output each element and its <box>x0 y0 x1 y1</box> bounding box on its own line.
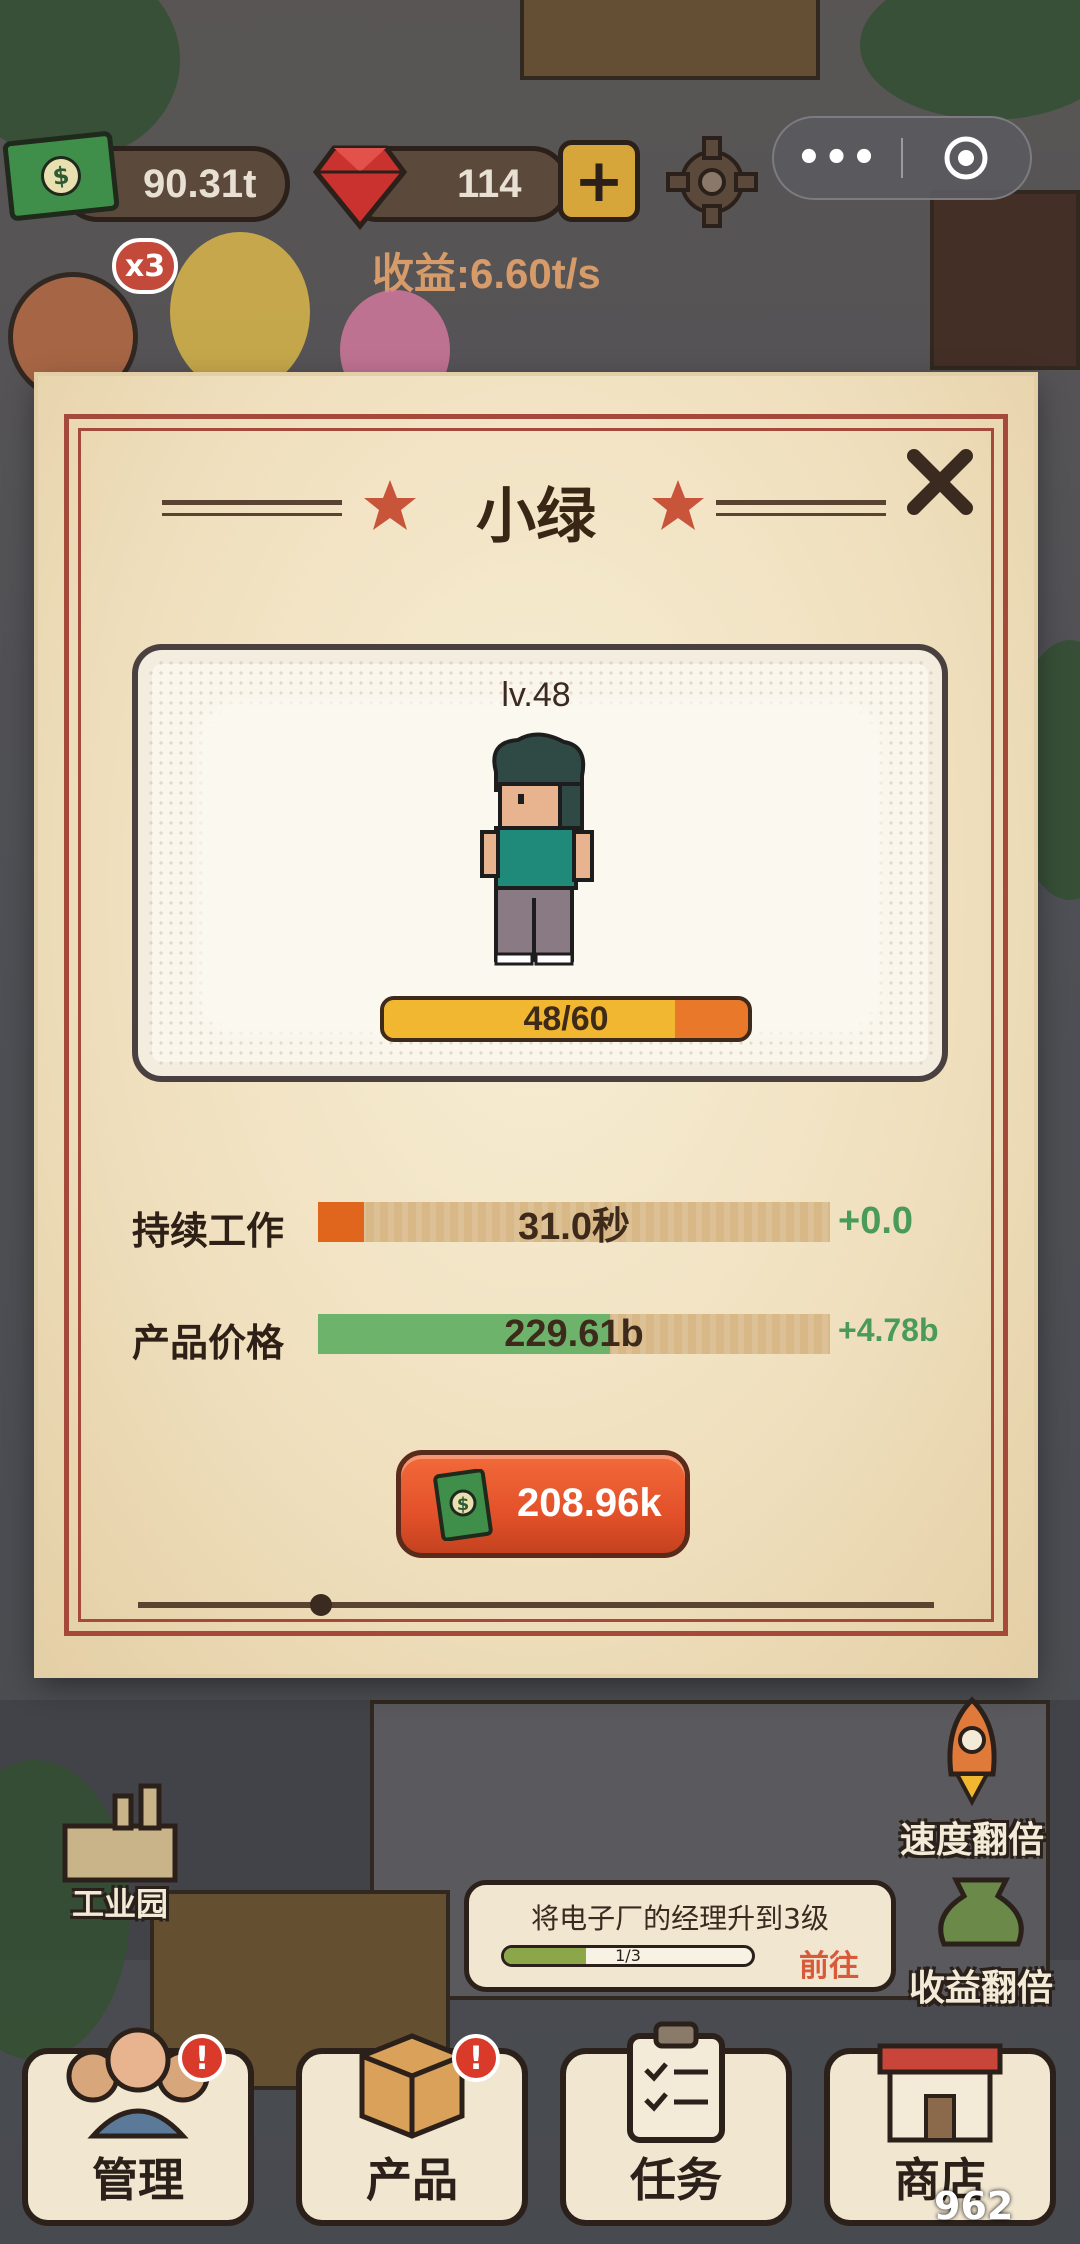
character-avatar <box>480 732 594 966</box>
industrial-park-button[interactable]: 工业园 <box>30 1776 210 1925</box>
add-gems-button[interactable]: + <box>558 140 640 222</box>
speed-double-button[interactable]: 速度翻倍 <box>872 1696 1072 1863</box>
nav-products-label: 产品 <box>366 2153 458 2207</box>
more-menu-icon[interactable]: ••• <box>774 135 901 181</box>
nav-tasks-label: 任务 <box>630 2153 722 2207</box>
task-title: 将电子厂的经理升到3级 <box>531 1902 829 1935</box>
money-icon: $ <box>2 130 120 222</box>
speed-double-label: 速度翻倍 <box>899 1820 1044 1861</box>
clipboard-icon <box>627 2021 725 2143</box>
manage-alert-badge: ! <box>178 2034 226 2082</box>
gear-icon[interactable] <box>664 134 760 230</box>
balloon-yellow <box>170 232 310 392</box>
money-icon: $ <box>433 1469 493 1541</box>
products-alert-badge: ! <box>452 2034 500 2082</box>
task-go-link[interactable]: 前往 <box>799 1941 859 1985</box>
nav-manage[interactable]: ! 管理 <box>22 2027 254 2226</box>
gift-count-badge: x3 <box>112 238 178 294</box>
stat-gain: +4.78b <box>838 1312 939 1348</box>
character-name: 小绿 <box>476 482 596 552</box>
character-level: lv.48 <box>501 676 571 714</box>
shop-icon <box>877 2043 1003 2143</box>
money-bag-icon <box>938 1877 1024 1947</box>
site-watermark: 962 <box>934 2184 1014 2228</box>
close-miniprogram-icon[interactable] <box>903 133 1030 183</box>
task-progress-bar: 1/3 <box>501 1945 755 1967</box>
upgrade-cost: 208.96k <box>517 1481 662 1525</box>
stat-bar-product-price: 229.61b <box>318 1312 830 1355</box>
ruby-icon <box>312 145 408 230</box>
task-progress-text: 1/3 <box>615 1946 641 1965</box>
box-icon <box>359 2033 465 2139</box>
income-double-button[interactable]: 收益翻倍 <box>886 1860 1076 2011</box>
nav-tasks[interactable]: 任务 <box>560 2021 792 2226</box>
svg-text:$: $ <box>457 1494 470 1515</box>
rocket-icon <box>947 1696 997 1807</box>
stat-value: 31.0秒 <box>518 1205 630 1248</box>
stat-value: 229.61b <box>504 1312 644 1355</box>
experience-text: 48/60 <box>523 999 609 1038</box>
current-task[interactable]: 将电子厂的经理升到3级 1/3 前往 <box>464 1880 896 1992</box>
factory-icon <box>62 1783 178 1883</box>
plus-icon: + <box>573 146 625 216</box>
cash-amount: 90.31t <box>143 161 257 206</box>
experience-bar: 48/60 <box>380 996 752 1042</box>
upgrade-button[interactable]: $ 208.96k <box>396 1450 690 1558</box>
gem-amount: 114 <box>457 161 522 206</box>
income-double-label: 收益翻倍 <box>908 1968 1053 2009</box>
nav-manage-label: 管理 <box>92 2153 184 2207</box>
stat-bar-work-duration: 31.0秒 <box>318 1202 830 1248</box>
stat-label-product-price: 产品价格 <box>132 1321 285 1365</box>
stat-gain: +0.0 <box>838 1200 914 1242</box>
character-detail-modal: 小绿 lv.48 48/60 持续工作 31.0秒 +0.0 产品价格 229.… <box>38 376 1034 1674</box>
nav-products[interactable]: ! 产品 <box>296 2033 528 2226</box>
close-icon[interactable] <box>900 442 980 522</box>
miniprogram-capsule: ••• <box>772 116 1032 200</box>
stat-label-work-duration: 持续工作 <box>132 1209 285 1253</box>
